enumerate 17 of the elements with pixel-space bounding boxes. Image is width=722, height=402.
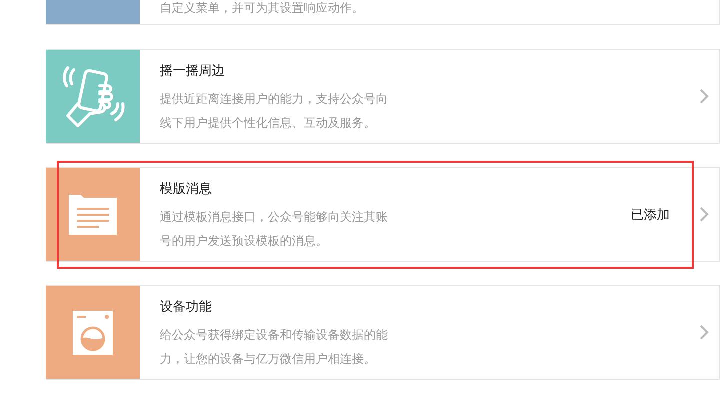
feature-card[interactable]: 设备功能 给公众号获得绑定设备和传输设备数据的能力，让您的设备与亿万微信用户相连接。 [46, 285, 720, 380]
feature-title: 摇一摇周边 [160, 63, 226, 81]
feature-card[interactable]: 摇一摇周边 提供近距离连接用户的能力，支持公众号向线下用户提供个性化信息、互动及服务。 [46, 49, 720, 144]
feature-title: 模版消息 [160, 181, 213, 199]
washing-machine-icon [73, 310, 113, 354]
feature-description: 提供近距离连接用户的能力，支持公众号向线下用户提供个性化信息、互动及服务。 [160, 91, 389, 132]
chevron-right-icon [700, 325, 709, 340]
feature-title: 设备功能 [160, 299, 213, 317]
status-label: 已添加 [631, 206, 670, 224]
feature-description: 给公众号获得绑定设备和传输设备数据的能力，让您的设备与亿万微信用户相连接。 [160, 327, 389, 368]
feature-card[interactable]: 模版消息 通过模板消息接口，公众号能够向关注其账号的用户发送预设模板的消息。 已添加 [46, 167, 720, 262]
feature-description: 通过模板消息接口，公众号能够向关注其账号的用户发送预设模板的消息。 [160, 209, 389, 250]
document-icon [69, 194, 117, 234]
feature-description: 自定义菜单，并可为其设置响应动作。 [160, 0, 365, 16]
chevron-right-icon [700, 89, 709, 104]
hand-phone-icon [60, 64, 126, 130]
chevron-right-icon [700, 207, 709, 222]
